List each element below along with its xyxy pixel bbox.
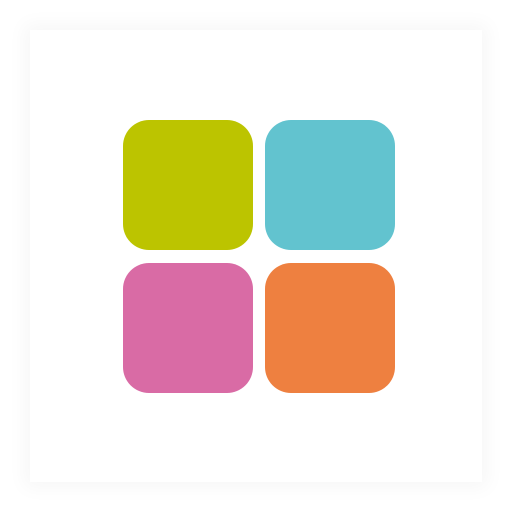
cyan-tile bbox=[265, 120, 395, 250]
four-square-grid-icon bbox=[30, 30, 482, 482]
icon-canvas bbox=[0, 0, 512, 512]
pink-tile bbox=[123, 263, 253, 393]
orange-tile bbox=[265, 263, 395, 393]
green-tile bbox=[123, 120, 253, 250]
